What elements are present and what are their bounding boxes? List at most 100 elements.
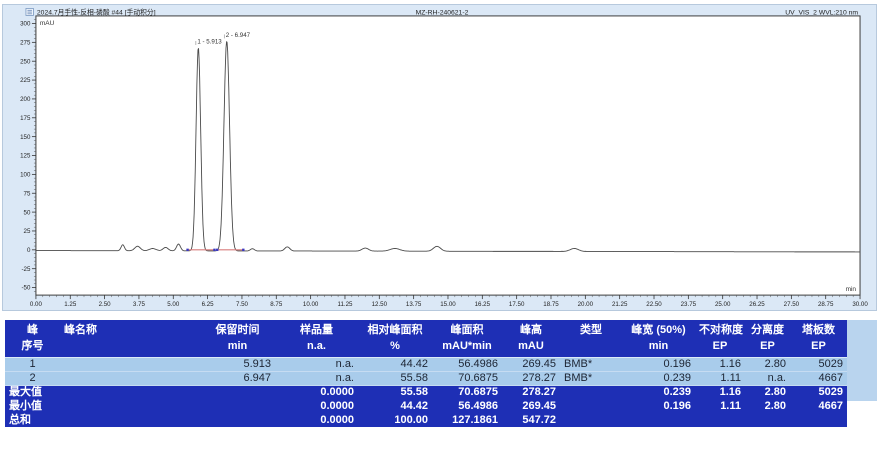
cell-asymmetry: 1.11 <box>695 399 745 413</box>
x-tick-label: 30.00 <box>852 301 868 308</box>
y-tick-label: 0 <box>27 247 31 254</box>
sample-name: MZ-RH-240621-2 <box>416 9 469 16</box>
peak-row[interactable]: 26.947n.a.55.5870.6875278.27BMB*0.2391.1… <box>5 371 847 385</box>
cell-amount: n.a. <box>275 357 358 371</box>
column-header-no: 峰序号 <box>5 320 60 357</box>
detector-channel: UV_VIS_2 WVL:210 nm <box>785 9 858 16</box>
y-tick-label: 50 <box>24 209 31 216</box>
y-tick-label: 125 <box>20 153 31 160</box>
y-axis-unit-label: mAU <box>40 20 55 27</box>
x-tick-label: 12.50 <box>372 301 388 308</box>
cell-type <box>560 385 622 399</box>
cell-area: 127.1861 <box>432 413 502 427</box>
x-tick-label: 6.25 <box>202 301 215 308</box>
y-tick-label: 175 <box>20 115 31 122</box>
cell-plates <box>790 413 847 427</box>
cell-height: 278.27 <box>502 385 560 399</box>
cell-amount: n.a. <box>275 371 358 385</box>
cell-rel_area: 55.58 <box>358 371 432 385</box>
summary-label: 总和 <box>5 413 200 427</box>
cell-plates: 5029 <box>790 357 847 371</box>
x-tick-label: 20.00 <box>578 301 594 308</box>
cell-asymmetry <box>695 413 745 427</box>
cell-width50: 0.196 <box>622 357 695 371</box>
plot-area[interactable] <box>36 16 860 295</box>
column-header-area: 峰面积mAU*min <box>432 320 502 357</box>
x-tick-label: 11.25 <box>337 301 353 308</box>
y-tick-label: 200 <box>20 96 31 103</box>
peak-label: 1 - 5.913 <box>197 39 222 46</box>
cell-asymmetry: 1.16 <box>695 357 745 371</box>
x-tick-label: 26.25 <box>749 301 765 308</box>
cell-no: 1 <box>5 357 60 371</box>
table-header: 峰序号峰名称 保留时间min样品量n.a.相对峰面积%峰面积mAU*min峰高m… <box>5 320 847 357</box>
integration-marker <box>186 249 188 251</box>
column-header-type: 类型 <box>560 320 622 357</box>
cell-no: 2 <box>5 371 60 385</box>
peak-row[interactable]: 15.913n.a.44.4256.4986269.45BMB*0.1961.1… <box>5 357 847 371</box>
cell-amount: 0.0000 <box>275 385 358 399</box>
y-tick-label: 275 <box>20 40 31 47</box>
x-tick-label: 1.25 <box>64 301 77 308</box>
cell-name <box>60 371 200 385</box>
peak-results-table: 峰序号峰名称 保留时间min样品量n.a.相对峰面积%峰面积mAU*min峰高m… <box>5 320 847 427</box>
integration-marker <box>216 249 218 251</box>
x-tick-label: 7.50 <box>236 301 249 308</box>
column-header-height: 峰高mAU <box>502 320 560 357</box>
x-tick-label: 8.75 <box>270 301 283 308</box>
column-header-resolution: 分离度EP <box>745 320 790 357</box>
cell-resolution: 2.80 <box>745 385 790 399</box>
column-header-asymmetry: 不对称度EP <box>695 320 745 357</box>
cell-height: 269.45 <box>502 399 560 413</box>
summary-row: 最大值0.000055.5870.6875278.270.2391.162.80… <box>5 385 847 399</box>
column-header-plates: 塔板数EP <box>790 320 847 357</box>
cell-resolution <box>745 413 790 427</box>
cell-area: 56.4986 <box>432 357 502 371</box>
cell-plates: 4667 <box>790 371 847 385</box>
cell-resolution: n.a. <box>745 371 790 385</box>
cell-rt: 6.947 <box>200 371 275 385</box>
x-tick-label: 18.75 <box>543 301 559 308</box>
cell-rel_area: 100.00 <box>358 413 432 427</box>
cell-height: 278.27 <box>502 371 560 385</box>
chromatogram-title: 2024.7月手性-反相-磷酸 #44 [手动积分] <box>37 7 156 16</box>
cell-plates: 5029 <box>790 385 847 399</box>
cell-asymmetry: 1.16 <box>695 385 745 399</box>
cell-rel_area: 44.42 <box>358 357 432 371</box>
summary-label: 最小值 <box>5 399 200 413</box>
y-tick-label: -25 <box>22 266 31 273</box>
integration-marker <box>213 249 215 251</box>
cell-height: 547.72 <box>502 413 560 427</box>
cell-amount: 0.0000 <box>275 413 358 427</box>
chromatogram-svg: 2024.7月手性-反相-磷酸 #44 [手动积分] MZ-RH-240621-2… <box>3 5 876 310</box>
cell-area: 70.6875 <box>432 371 502 385</box>
cell-rt <box>200 399 275 413</box>
cell-name <box>60 357 200 371</box>
cell-type: BMB* <box>560 371 622 385</box>
y-tick-label: 100 <box>20 172 31 179</box>
x-axis-unit-label: min <box>846 286 857 293</box>
cell-width50 <box>622 413 695 427</box>
y-tick-label: 75 <box>24 190 31 197</box>
x-tick-label: 0.00 <box>30 301 43 308</box>
x-tick-label: 25.00 <box>715 301 731 308</box>
y-tick-label: 150 <box>20 134 31 141</box>
x-tick-label: 16.25 <box>475 301 491 308</box>
cell-height: 269.45 <box>502 357 560 371</box>
cell-resolution: 2.80 <box>745 399 790 413</box>
cell-type <box>560 413 622 427</box>
x-tick-label: 22.50 <box>646 301 662 308</box>
cell-rt: 5.913 <box>200 357 275 371</box>
x-tick-label: 2.50 <box>99 301 112 308</box>
column-header-rt: 保留时间min <box>200 320 275 357</box>
x-tick-label: 23.75 <box>681 301 697 308</box>
x-tick-label: 17.50 <box>509 301 525 308</box>
chromatogram-panel: 2024.7月手性-反相-磷酸 #44 [手动积分] MZ-RH-240621-2… <box>2 4 877 311</box>
peak-label: 2 - 6.947 <box>226 32 251 39</box>
cell-amount: 0.0000 <box>275 399 358 413</box>
cell-width50: 0.196 <box>622 399 695 413</box>
column-header-name: 峰名称 <box>60 320 200 357</box>
y-tick-label: 300 <box>20 21 31 28</box>
table-right-margin <box>847 320 877 401</box>
y-tick-label: -50 <box>22 285 31 292</box>
